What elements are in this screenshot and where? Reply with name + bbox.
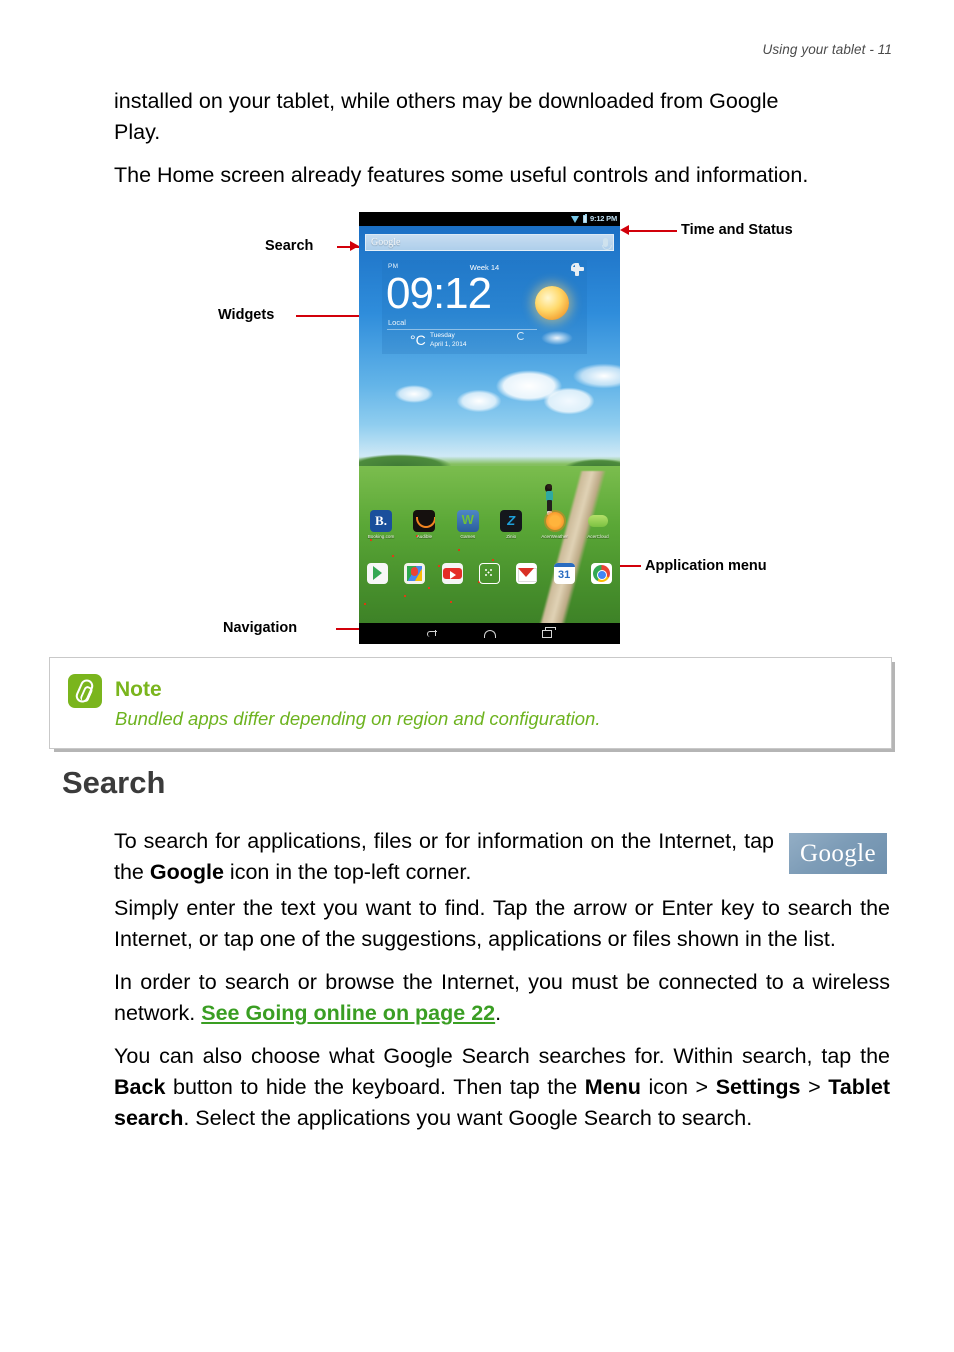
calendar-icon[interactable]: 31 xyxy=(553,563,575,584)
app-label: Audible xyxy=(416,534,433,539)
app-label: Games xyxy=(460,534,476,539)
google-search-bar-label: Google xyxy=(371,237,401,248)
chrome-icon[interactable] xyxy=(590,563,612,584)
google-search-bar[interactable]: Google xyxy=(365,234,614,251)
google-logo-text: Google xyxy=(800,839,876,867)
clock-weather-widget[interactable]: PM Week 14 09:12 Local °C Tuesday April … xyxy=(382,260,587,354)
gear-icon[interactable] xyxy=(571,263,584,276)
paragraph-choose-4: > xyxy=(800,1075,829,1099)
paragraph-home-screen: The Home screen already features some us… xyxy=(114,163,809,187)
cross-reference-link[interactable]: See Going online on page 22 xyxy=(201,1001,495,1025)
youtube-icon[interactable] xyxy=(441,563,463,584)
play-store-icon[interactable] xyxy=(367,563,388,584)
microphone-icon[interactable] xyxy=(601,238,612,250)
paragraph-wireless-post: . xyxy=(495,1001,502,1025)
back-icon[interactable] xyxy=(427,629,438,638)
app-shortcut[interactable]: Audible xyxy=(408,510,440,539)
google-logo-figure: Google xyxy=(789,833,887,874)
wallpaper-clouds xyxy=(359,346,620,456)
note-pencil-icon xyxy=(68,674,102,708)
app-shortcut[interactable]: AcerWeather xyxy=(539,510,571,539)
back-bold: Back xyxy=(114,1075,166,1099)
callout-label-time-and-status: Time and Status xyxy=(681,222,793,238)
paragraph-choose-search: You can also choose what Google Search s… xyxy=(114,1041,890,1134)
app-drawer-icon[interactable] xyxy=(478,563,500,584)
app-label: AcerWeather xyxy=(541,534,568,539)
paragraph-enter-text: Simply enter the text you want to find. … xyxy=(114,896,890,951)
app-shortcut[interactable]: Z Zinio xyxy=(495,510,527,539)
search-body-paragraphs: Simply enter the text you want to find. … xyxy=(114,893,890,1146)
paragraph-intro-line1: installed on your tablet, while others m… xyxy=(114,89,779,113)
paragraph-wireless: In order to search or browse the Interne… xyxy=(114,967,890,1029)
widget-date: Tuesday April 1, 2014 xyxy=(430,332,467,349)
google-bold: Google xyxy=(149,860,224,884)
callout-label-navigation: Navigation xyxy=(223,620,298,636)
note-callout-box: Note Bundled apps differ depending on re… xyxy=(49,657,892,749)
games-icon[interactable]: W xyxy=(456,510,479,532)
wallpaper-trail xyxy=(509,471,619,637)
app-label: AcerCloud xyxy=(587,534,609,539)
callout-line-time-and-status xyxy=(629,230,677,233)
settings-bold: Settings xyxy=(715,1075,801,1099)
intro-content: installed on your tablet, while others m… xyxy=(114,86,890,203)
widget-temperature-unit: °C xyxy=(410,332,426,348)
paragraph-intro-line2: Play. xyxy=(114,120,161,144)
widget-divider xyxy=(387,329,537,330)
zinio-icon[interactable]: Z xyxy=(500,510,523,532)
widget-date-value: April 1, 2014 xyxy=(430,340,467,348)
page-section-heading: Search xyxy=(62,765,166,800)
callout-arrow-time-and-status xyxy=(620,225,629,235)
home-icon[interactable] xyxy=(484,629,496,638)
refresh-icon[interactable] xyxy=(517,332,525,340)
app-shortcut[interactable]: B. Booking.com xyxy=(365,510,397,539)
paragraph-choose-5: . Select the applications you want Googl… xyxy=(183,1106,753,1130)
app-shortcut[interactable]: AcerCloud xyxy=(582,510,614,539)
paragraph-choose-3: icon > xyxy=(640,1075,716,1099)
status-bar: 9:12 PM xyxy=(359,212,620,226)
widget-location: Local xyxy=(388,318,406,327)
widget-day: Tuesday xyxy=(430,332,455,339)
note-title: Note xyxy=(115,678,162,701)
menu-bold: Menu xyxy=(584,1075,641,1099)
maps-icon[interactable] xyxy=(404,563,426,584)
home-screen-figure: Search Widgets Time and Status Applicati… xyxy=(0,206,954,646)
paragraph-choose-1: You can also choose what Google Search s… xyxy=(114,1044,890,1068)
paragraph-search-intro: To search for applications, files or for… xyxy=(114,826,774,888)
booking-icon[interactable]: B. xyxy=(370,510,392,532)
acerweather-icon[interactable] xyxy=(544,510,566,532)
paragraph-search-intro-post: icon in the top-left corner. xyxy=(223,860,472,884)
note-text: Bundled apps differ depending on region … xyxy=(115,708,601,729)
app-shortcut[interactable]: W Games xyxy=(452,510,484,539)
page-header: Using your tablet - 11 xyxy=(762,42,892,57)
sun-icon xyxy=(535,286,569,320)
gmail-icon[interactable] xyxy=(516,563,538,584)
app-shortcut-row: B. Booking.com Audible W Games Z Zinio A… xyxy=(365,510,614,539)
search-intro-paragraph-wrap: To search for applications, files or for… xyxy=(114,826,774,900)
recents-icon[interactable] xyxy=(542,627,556,638)
audible-icon[interactable] xyxy=(413,510,436,532)
widget-time: 09:12 xyxy=(386,269,492,318)
app-label: Zinio xyxy=(506,534,517,539)
paragraph-intro: installed on your tablet, while others m… xyxy=(114,86,890,148)
callout-label-widgets: Widgets xyxy=(218,307,275,323)
callout-label-application-menu: Application menu xyxy=(645,558,767,574)
wifi-icon xyxy=(571,215,580,223)
app-label: Booking.com xyxy=(367,534,395,539)
acercloud-icon[interactable] xyxy=(587,510,609,532)
widget-cloud-decoration xyxy=(535,324,579,346)
navigation-bar xyxy=(359,623,620,644)
favorites-dock: 31 xyxy=(367,563,612,584)
tablet-home-screen: 9:12 PM Google PM Week 14 09:12 Local °C… xyxy=(359,212,620,644)
callout-label-search: Search xyxy=(265,238,314,254)
status-bar-time: 9:12 PM xyxy=(590,214,617,223)
paragraph-choose-2: button to hide the keyboard. Then tap th… xyxy=(165,1075,585,1099)
battery-icon xyxy=(583,214,588,223)
callout-arrow-search xyxy=(350,241,359,251)
